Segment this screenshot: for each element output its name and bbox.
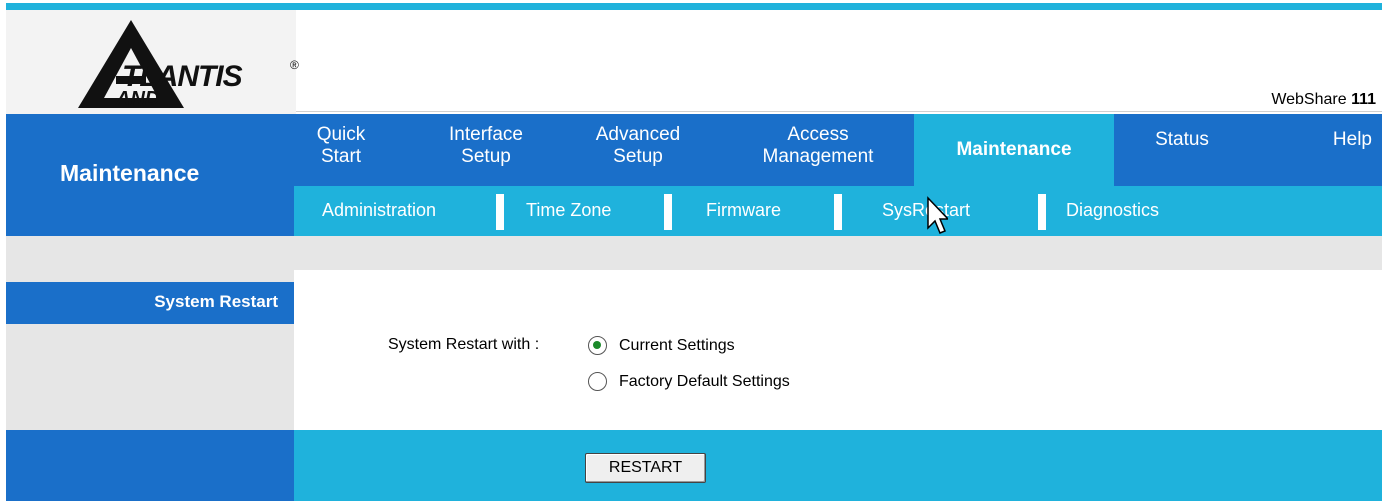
tab-label-line1: Interface [449, 124, 523, 145]
logo-text-bottom: AND [116, 88, 160, 110]
logo-area: TLANTIS AND ® [6, 10, 299, 114]
subnav-diagnostics[interactable]: Diagnostics [1066, 200, 1159, 221]
tab-access-management[interactable]: Access Management [738, 124, 898, 168]
model-name: WebShare 111 [1271, 91, 1376, 109]
footer-left [6, 430, 294, 501]
tab-status[interactable]: Status [1122, 114, 1242, 166]
section-title: Maintenance [60, 160, 200, 186]
atlantis-logo: TLANTIS AND ® [76, 18, 316, 110]
sub-nav: Administration Time Zone Firmware SysRes… [294, 186, 1382, 236]
subnav-separator [664, 194, 672, 230]
tab-label-line1: Quick [316, 124, 366, 145]
tab-label-line2: Setup [613, 146, 663, 167]
tab-quick-start[interactable]: Quick Start [308, 124, 374, 168]
option-current-settings[interactable]: Current Settings [588, 336, 735, 355]
left-panel-heading: System Restart [154, 292, 278, 311]
content-area: System Restart with : Current Settings F… [294, 270, 1382, 430]
logo-registered: ® [290, 58, 299, 72]
subnav-separator [496, 194, 504, 230]
top-stripe [0, 0, 1388, 10]
header-divider [296, 111, 1382, 112]
restart-button[interactable]: RESTART [585, 453, 706, 483]
subnav-firmware[interactable]: Firmware [706, 200, 781, 221]
header: TLANTIS AND ® WebShare 111 [6, 10, 1382, 114]
tab-label-line1: Advanced [595, 124, 681, 145]
tab-label-line2: Setup [461, 146, 511, 167]
radio-current-settings[interactable] [588, 336, 607, 355]
subnav-time-zone[interactable]: Time Zone [526, 200, 611, 221]
option-factory-default[interactable]: Factory Default Settings [588, 372, 790, 391]
grey-band [6, 236, 1382, 270]
tab-label-line2: Management [762, 146, 874, 167]
subnav-administration[interactable]: Administration [322, 200, 436, 221]
option-label-current: Current Settings [619, 336, 735, 354]
radio-factory-default[interactable] [588, 372, 607, 391]
tab-interface-setup[interactable]: Interface Setup [426, 124, 546, 168]
model-prefix: WebShare [1271, 91, 1352, 108]
tab-maintenance[interactable]: Maintenance [914, 114, 1114, 186]
option-label-factory: Factory Default Settings [619, 372, 790, 390]
tab-advanced-setup[interactable]: Advanced Setup [576, 124, 700, 168]
mouse-cursor-icon [927, 196, 948, 234]
tab-label-line1: Access [787, 124, 849, 145]
subnav-separator [1038, 194, 1046, 230]
left-panel-heading-box: System Restart [6, 282, 294, 324]
restart-with-label: System Restart with : [388, 336, 540, 353]
section-title-box: Maintenance [6, 114, 294, 240]
model-number: 111 [1351, 91, 1376, 108]
subnav-separator [834, 194, 842, 230]
tab-label-line2: Start [320, 146, 362, 167]
tab-help[interactable]: Help [1282, 114, 1372, 166]
